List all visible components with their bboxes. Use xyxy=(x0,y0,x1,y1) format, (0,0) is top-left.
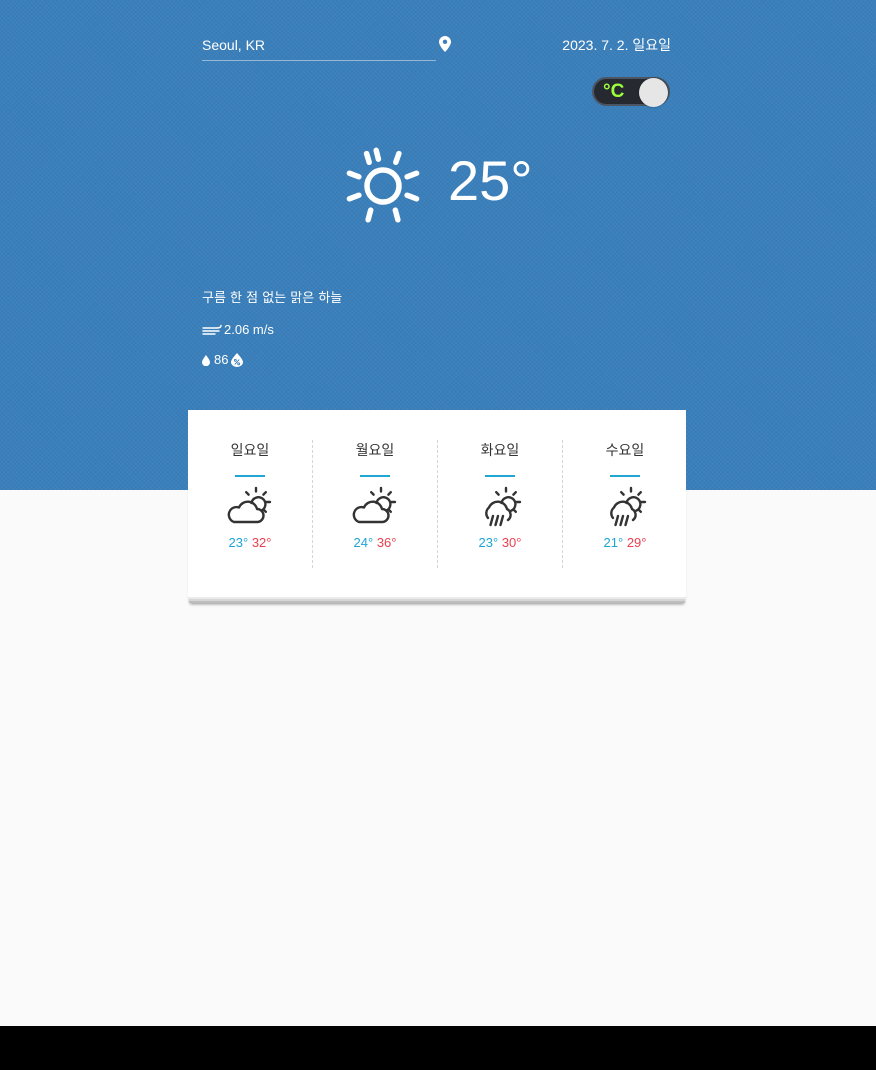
rain-sun-icon xyxy=(610,486,647,527)
weather-page: 2023. 7. 2. 일요일 °C 25° 구름 한 점 없는 맑은 하늘 xyxy=(0,0,876,1026)
low-temperature: 21° xyxy=(603,535,624,550)
high-temperature: 36° xyxy=(376,535,397,550)
partly-cloudy-icon xyxy=(227,486,272,524)
map-pin-icon[interactable] xyxy=(439,36,451,52)
wind-speed: 2.06 m/s xyxy=(224,322,274,337)
unit-label: °C xyxy=(603,81,625,102)
day-name: 화요일 xyxy=(480,443,520,459)
day-underline xyxy=(485,475,515,477)
weather-description: 구름 한 점 없는 맑은 하늘 xyxy=(202,291,343,306)
forecast-day: 월요일 24° 36° xyxy=(313,440,438,568)
location-input[interactable] xyxy=(202,33,434,57)
high-temperature: 32° xyxy=(251,535,272,550)
humidity-value: 86 xyxy=(214,352,229,367)
day-name: 수요일 xyxy=(605,443,645,459)
current-date: 2023. 7. 2. 일요일 xyxy=(562,37,671,53)
unit-toggle[interactable]: °C xyxy=(592,77,670,107)
high-temperature: 29° xyxy=(626,535,647,550)
low-temperature: 23° xyxy=(228,535,249,550)
day-underline xyxy=(235,475,265,477)
day-temperatures: 23° 32° xyxy=(188,535,312,551)
current-temperature: 25° xyxy=(448,149,533,212)
location-field[interactable] xyxy=(202,33,436,61)
forecast-day: 화요일 23° 30° xyxy=(438,440,563,568)
toggle-knob[interactable] xyxy=(639,78,668,107)
partly-cloudy-icon xyxy=(352,486,397,524)
day-name: 월요일 xyxy=(355,443,395,459)
day-underline xyxy=(360,475,390,477)
day-temperatures: 24° 36° xyxy=(313,535,437,551)
day-underline xyxy=(610,475,640,477)
wind-info: 2.06 m/s xyxy=(202,321,274,339)
day-temperatures: 21° 29° xyxy=(563,535,687,551)
wind-icon xyxy=(202,324,222,335)
high-temperature: 30° xyxy=(501,535,522,550)
forecast-day: 수요일 21° 29° xyxy=(563,440,687,568)
low-temperature: 23° xyxy=(478,535,499,550)
humidity-info: 86 xyxy=(202,351,244,369)
low-temperature: 24° xyxy=(353,535,374,550)
sun-icon xyxy=(346,147,420,223)
day-temperatures: 23° 30° xyxy=(438,535,562,551)
rain-sun-icon xyxy=(485,486,522,527)
forecast-day: 일요일 23° 32° xyxy=(188,440,313,568)
forecast-card: 일요일 23° 32° 월요일 24° 36° 화요일 23° 30° 수요일 … xyxy=(188,410,686,597)
percent-drop-icon xyxy=(231,353,244,367)
droplet-icon xyxy=(202,354,210,366)
day-name: 일요일 xyxy=(230,443,270,459)
